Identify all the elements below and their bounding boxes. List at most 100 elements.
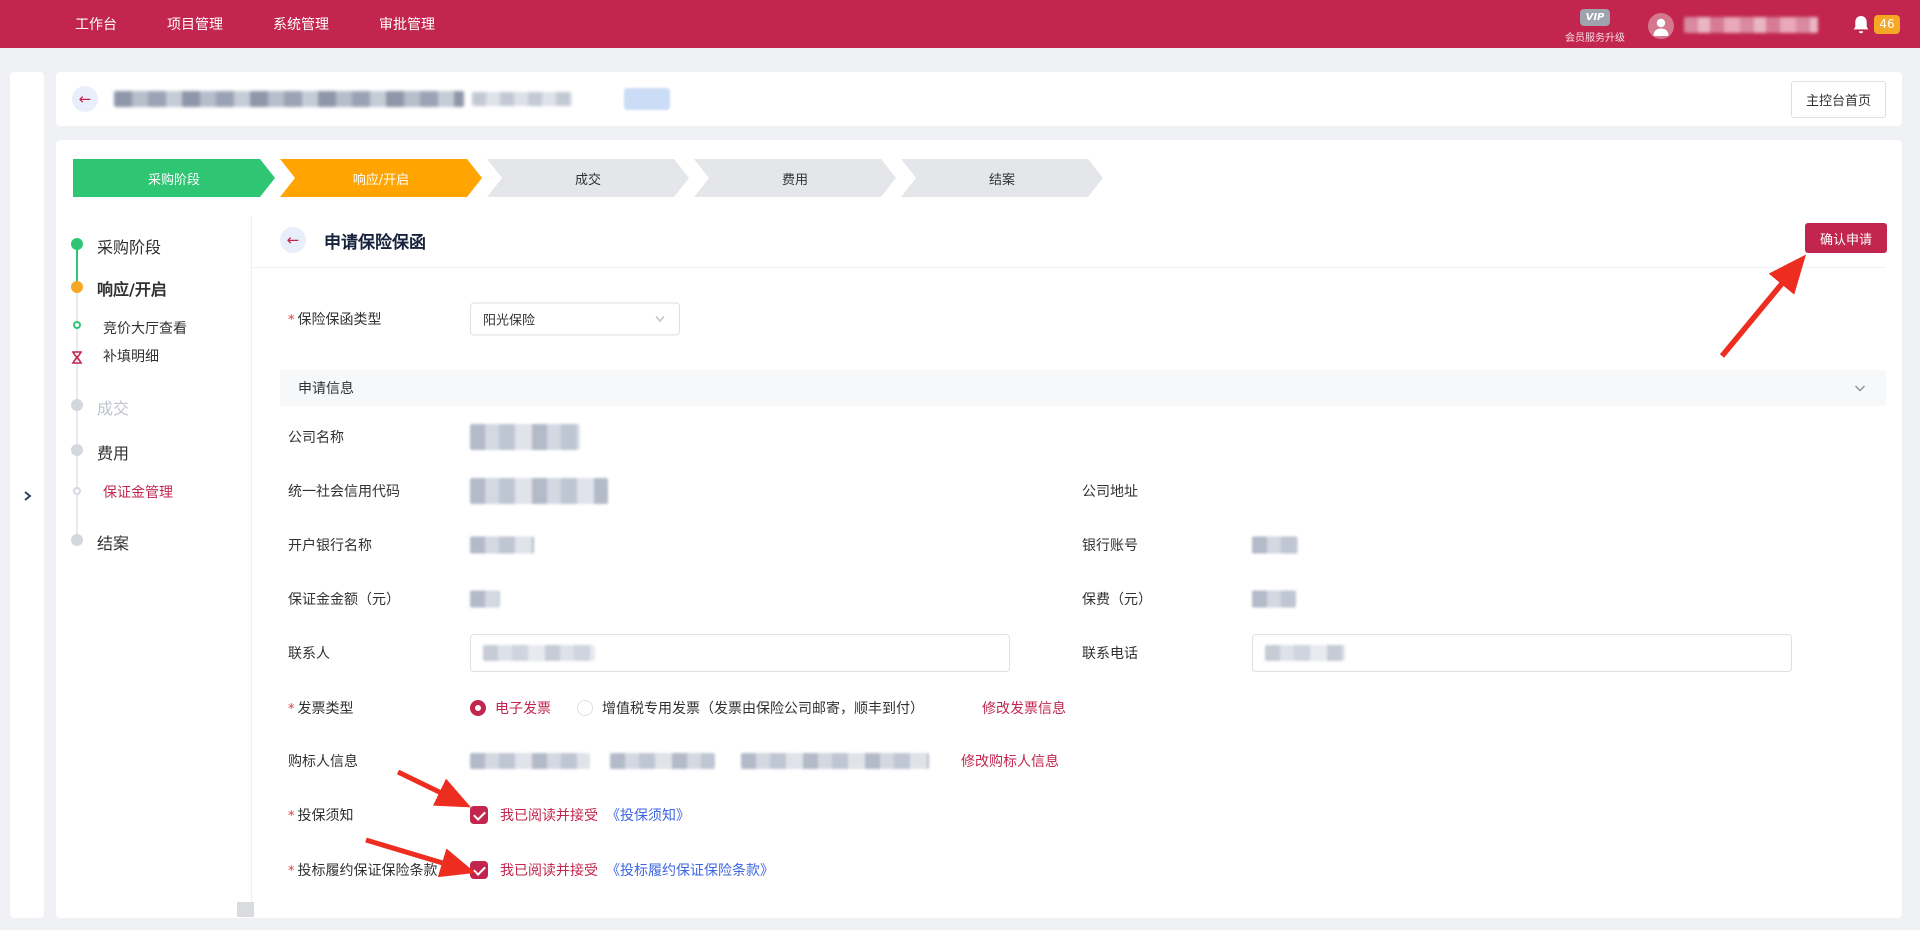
notification-bell-icon[interactable]: [1850, 14, 1872, 36]
sidebar-item-response-open[interactable]: 响应/开启: [97, 276, 167, 300]
page-header: ← 主控台首页: [56, 72, 1902, 126]
sidebar-item-deal[interactable]: 成交: [97, 395, 129, 419]
phone-input[interactable]: [1252, 634, 1792, 672]
radio-unselected-icon: [577, 700, 593, 716]
sidebar-item-deposit-management[interactable]: 保证金管理: [103, 482, 173, 502]
top-nav-bar: 工作台 项目管理 系统管理 审批管理 VIP 会员服务升级 46: [0, 0, 1920, 48]
stage-procurement: 采购阶段: [73, 159, 275, 197]
option-label: 电子发票: [495, 698, 551, 718]
edit-buyer-link[interactable]: 修改购标人信息: [961, 751, 1059, 771]
contact-redacted: [483, 645, 595, 661]
hourglass-icon: [71, 349, 83, 362]
stage-timeline-nav: 采购阶段 响应/开启 竞价大厅查看 补填明细 成交 费用 保证金管理 结案: [56, 216, 252, 918]
vip-caption: 会员服务升级: [1560, 29, 1630, 44]
project-title-redacted: [114, 91, 464, 107]
stage-fee: 费用: [694, 159, 896, 197]
insurance-type-label: 保险保函类型: [288, 309, 382, 329]
nav-approval-management[interactable]: 审批管理: [379, 14, 435, 34]
vip-upgrade[interactable]: VIP 会员服务升级: [1560, 5, 1630, 44]
person-icon: [1648, 13, 1674, 39]
sidebar-item-fill-details[interactable]: 补填明细: [103, 346, 159, 366]
buyer-id-redacted: [610, 753, 715, 769]
credit-code-label: 统一社会信用代码: [288, 481, 400, 501]
radio-selected-icon: [470, 700, 486, 716]
notice-checkbox-checked[interactable]: [470, 806, 488, 824]
company-name-label: 公司名称: [288, 427, 344, 447]
stage-progress-bar: 采购阶段 响应/开启 成交 费用 结案: [73, 159, 1103, 197]
terms-checkbox-checked[interactable]: [470, 861, 488, 879]
buyer-contact-redacted: [741, 753, 929, 769]
ring-gray-icon: [73, 487, 81, 495]
insurance-application-form: ← 申请保险保函 确认申请 保险保函类型 阳光保险: [252, 216, 1902, 918]
terms-link[interactable]: 《投标履约保证保险条款》: [606, 860, 774, 880]
phone-label: 联系电话: [1082, 643, 1138, 663]
sidebar-item-fee[interactable]: 费用: [97, 440, 129, 464]
console-home-button[interactable]: 主控台首页: [1791, 81, 1886, 118]
bank-account-label: 银行账号: [1082, 535, 1138, 555]
buyer-name-redacted: [470, 753, 590, 769]
bank-name-redacted: [470, 537, 534, 554]
stage-close: 结案: [901, 159, 1103, 197]
company-name-redacted: [470, 424, 580, 450]
edit-invoice-link[interactable]: 修改发票信息: [982, 698, 1066, 718]
project-code-redacted: [472, 92, 572, 106]
terms-label: 投标履约保证保险条款: [288, 860, 438, 880]
sidebar-item-bidding-hall[interactable]: 竞价大厅查看: [103, 318, 187, 338]
stage-deal: 成交: [487, 159, 689, 197]
bank-account-redacted: [1252, 537, 1298, 554]
dot-pending-icon: [71, 534, 83, 546]
sidebar-item-close[interactable]: 结案: [97, 530, 129, 554]
nav-workbench[interactable]: 工作台: [75, 14, 117, 34]
notification-count-badge: 46: [1874, 15, 1900, 34]
premium-redacted: [1252, 591, 1296, 608]
buyer-info-label: 购标人信息: [288, 751, 358, 771]
form-title: 申请保险保函: [324, 228, 426, 253]
deposit-amount-redacted: [470, 591, 500, 608]
dot-pending-icon: [71, 444, 83, 456]
dot-done-icon: [71, 238, 83, 250]
deposit-amount-label: 保证金金额（元）: [288, 589, 400, 609]
credit-code-redacted: [470, 478, 608, 504]
chevron-down-icon: [1852, 380, 1868, 396]
company-address-label: 公司地址: [1082, 481, 1138, 501]
vip-icon: VIP: [1580, 9, 1611, 26]
selected-option: 阳光保险: [483, 309, 653, 328]
section-title: 申请信息: [298, 378, 354, 398]
notice-link[interactable]: 《投保须知》: [606, 805, 690, 825]
status-badge-redacted: [624, 88, 670, 110]
dot-pending-icon: [71, 399, 83, 411]
stage-response-open: 响应/开启: [280, 159, 482, 197]
timeline-line-done: [76, 250, 78, 282]
dot-active-icon: [71, 281, 83, 293]
timeline-line: [76, 250, 78, 540]
divider: [252, 267, 1886, 268]
form-back-button[interactable]: ←: [280, 227, 306, 253]
back-button[interactable]: ←: [72, 86, 98, 112]
contact-input[interactable]: [470, 634, 1010, 672]
username-redacted: [1684, 17, 1818, 33]
scrollbar-thumb[interactable]: [237, 902, 254, 917]
invoice-option-vat[interactable]: 增值税专用发票（发票由保险公司邮寄，顺丰到付）: [577, 698, 924, 718]
nav-system-management[interactable]: 系统管理: [273, 14, 329, 34]
chevron-right-icon: [21, 490, 33, 502]
sidebar-item-procurement[interactable]: 采购阶段: [97, 234, 161, 258]
invoice-option-electronic[interactable]: 电子发票: [470, 698, 551, 718]
section-application-info[interactable]: 申请信息: [280, 370, 1886, 406]
back-arrow-icon: ←: [79, 90, 92, 108]
agree-text: 我已阅读并接受: [500, 860, 598, 880]
contact-label: 联系人: [288, 643, 330, 663]
notice-label: 投保须知: [288, 805, 354, 825]
nav-project-management[interactable]: 项目管理: [167, 14, 223, 34]
insurance-type-select[interactable]: 阳光保险: [470, 302, 680, 335]
chevron-down-icon: [653, 312, 667, 326]
panel-expander[interactable]: [10, 72, 44, 918]
option-label: 增值税专用发票（发票由保险公司邮寄，顺丰到付）: [602, 698, 924, 718]
invoice-type-label: 发票类型: [288, 698, 354, 718]
confirm-apply-button[interactable]: 确认申请: [1805, 223, 1887, 253]
user-avatar[interactable]: [1648, 13, 1674, 39]
bank-name-label: 开户银行名称: [288, 535, 372, 555]
agree-text: 我已阅读并接受: [500, 805, 598, 825]
content-panel: 采购阶段 响应/开启 成交 费用 结案 采购阶段 响应/开启 竞价大厅查看 补填…: [56, 140, 1902, 918]
phone-redacted: [1265, 645, 1345, 661]
premium-label: 保费（元）: [1082, 589, 1152, 609]
